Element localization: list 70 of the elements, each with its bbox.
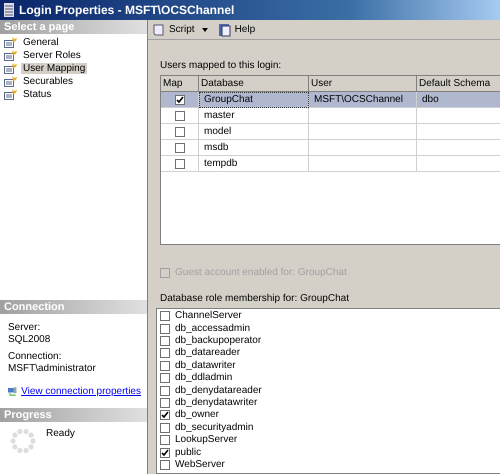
page-icon xyxy=(4,50,18,61)
page-icon xyxy=(4,89,18,100)
checkbox[interactable] xyxy=(160,311,170,322)
role-label: db_datareader xyxy=(175,347,240,360)
checkbox[interactable] xyxy=(174,142,184,153)
progress-status: Ready xyxy=(46,428,75,441)
mapping-label: Users mapped to this login: xyxy=(160,60,282,72)
checkbox[interactable] xyxy=(174,110,184,121)
role-label: ChannelServer xyxy=(175,310,242,322)
role-label: LookupServer xyxy=(175,434,238,446)
connection-value: MSFT\administrator xyxy=(8,363,97,375)
dropdown-arrow-icon xyxy=(202,28,208,32)
page-icon xyxy=(4,63,18,74)
spinner-icon xyxy=(10,428,36,454)
column-header[interactable]: Database xyxy=(199,76,309,92)
connection-label: Connection: xyxy=(8,351,62,363)
page-item[interactable]: General xyxy=(21,37,61,48)
checkbox[interactable] xyxy=(160,348,170,358)
column-header[interactable]: Map xyxy=(161,76,199,92)
script-button[interactable]: Script xyxy=(152,22,208,37)
mapping-row[interactable]: model xyxy=(161,124,500,140)
section-header: Select a page xyxy=(0,20,147,34)
checkbox[interactable] xyxy=(160,398,170,408)
role-label: db_denydatareader xyxy=(175,384,262,397)
page-item[interactable]: Securables xyxy=(21,76,76,87)
checkbox[interactable] xyxy=(160,460,170,470)
role-label: WebServer xyxy=(175,458,225,471)
section-header: Connection xyxy=(0,300,147,314)
checkbox[interactable] xyxy=(160,373,170,384)
window-icon xyxy=(4,3,14,17)
checkbox[interactable] xyxy=(160,422,170,433)
checkbox[interactable] xyxy=(174,158,184,169)
checkbox[interactable] xyxy=(160,360,170,371)
mapping-row[interactable]: tempdb xyxy=(161,156,500,172)
role-label: db_denydatawriter xyxy=(175,396,258,409)
role-label: db_accessadmin xyxy=(175,322,250,335)
checkbox[interactable] xyxy=(160,435,170,446)
connection-icon xyxy=(8,385,18,398)
page-item[interactable]: Server Roles xyxy=(21,50,83,61)
page-icon xyxy=(4,37,18,48)
role-label: db_ddladmin xyxy=(175,372,232,384)
server-label: Server: xyxy=(8,322,42,334)
roles-label: Database role membership for: GroupChat xyxy=(160,293,350,304)
book-icon xyxy=(218,22,232,37)
checkbox[interactable] xyxy=(174,126,184,137)
help-button[interactable]: Help xyxy=(218,22,256,37)
role-label: public xyxy=(175,446,202,459)
page-item[interactable]: User Mapping xyxy=(21,63,88,74)
page-item[interactable]: Status xyxy=(21,89,54,100)
role-label: db_securityadmin xyxy=(175,422,254,434)
role-label: db_owner xyxy=(175,409,219,422)
server-value: SQL2008 xyxy=(8,334,52,346)
window-title: Login Properties - MSFT\OCSChannel xyxy=(19,3,234,17)
column-header[interactable]: User xyxy=(309,76,417,92)
checkbox[interactable] xyxy=(174,94,184,105)
table-cell: tempdb xyxy=(199,156,309,172)
mapping-row[interactable]: master xyxy=(161,108,500,124)
connection-properties-link[interactable]: View connection properties xyxy=(21,386,141,397)
page-icon xyxy=(4,76,18,87)
checkbox[interactable] xyxy=(160,386,170,396)
mapping-row[interactable]: GroupChat MSFT\OCSChannel dbo xyxy=(161,92,500,108)
role-label: db_backupoperator xyxy=(175,335,262,348)
checkbox[interactable] xyxy=(160,336,170,346)
section-header: Progress xyxy=(0,408,147,422)
role-label: db_datawriter xyxy=(175,360,236,372)
mapping-row[interactable]: msdb xyxy=(161,140,500,156)
checkbox[interactable] xyxy=(160,448,170,458)
column-header[interactable]: Default Schema xyxy=(417,76,500,92)
checkbox[interactable] xyxy=(160,410,170,420)
checkbox[interactable] xyxy=(160,324,170,334)
